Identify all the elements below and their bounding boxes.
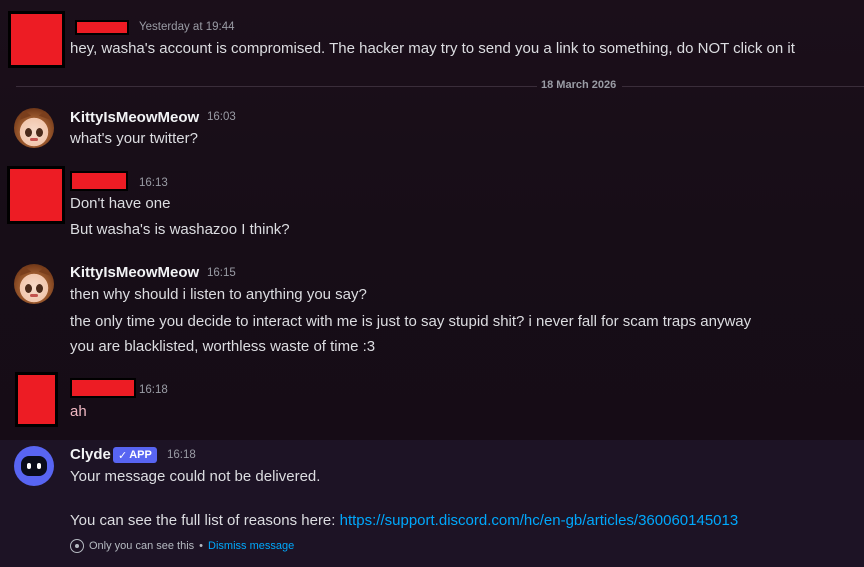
message-text: you are blacklisted, worthless waste of … (70, 338, 376, 355)
message-text: Don't have one (70, 195, 171, 212)
message-text: But washa's is washazoo I think? (70, 221, 290, 238)
user-avatar[interactable] (14, 108, 54, 148)
divider-label: 18 March 2026 (541, 79, 617, 91)
message-text: then why should i listen to anything you… (70, 286, 367, 303)
timestamp: 16:13 (139, 177, 168, 189)
redacted-avatar[interactable] (15, 372, 58, 427)
clyde-text-prefix: You can see the full list of reasons her… (70, 512, 340, 529)
user-avatar[interactable] (14, 264, 54, 304)
clyde-text-line-1: Your message could not be delivered. (70, 468, 321, 485)
timestamp: 16:18 (139, 384, 168, 396)
username[interactable]: KittyIsMeowMeow (70, 109, 199, 126)
ephemeral-separator: • (199, 540, 204, 552)
ephemeral-text: Only you can see this (89, 540, 195, 552)
divider-line-left (16, 86, 537, 87)
username[interactable]: KittyIsMeowMeow (70, 264, 199, 281)
timestamp: 16:18 (167, 449, 196, 461)
ephemeral-notice: Only you can see this • Dismiss message (70, 539, 294, 553)
redacted-avatar[interactable] (7, 166, 65, 224)
dismiss-message-link[interactable]: Dismiss message (208, 540, 294, 552)
checkmark-icon: ✓ (118, 449, 128, 462)
robot-face-icon (21, 456, 47, 476)
timestamp: 16:15 (207, 267, 236, 279)
timestamp: 16:03 (207, 111, 236, 123)
redacted-username[interactable] (75, 20, 129, 35)
clyde-username[interactable]: Clyde (70, 446, 111, 463)
app-badge: ✓ APP (113, 447, 157, 463)
redacted-username[interactable] (70, 378, 136, 398)
message-text: the only time you decide to interact wit… (70, 313, 752, 330)
message-text: what's your twitter? (70, 130, 198, 147)
support-link[interactable]: https://support.discord.com/hc/en-gb/art… (340, 512, 739, 529)
clyde-text-line-2: You can see the full list of reasons her… (70, 512, 738, 529)
message-text: hey, washa's account is compromised. The… (70, 40, 795, 57)
eye-icon (70, 539, 84, 553)
redacted-avatar[interactable] (8, 11, 65, 68)
clyde-avatar[interactable] (14, 446, 54, 486)
message-text: ah (70, 403, 87, 420)
redacted-username[interactable] (70, 171, 128, 191)
timestamp: Yesterday at 19:44 (139, 21, 235, 33)
divider-line-right (622, 86, 864, 87)
app-badge-label: APP (129, 449, 152, 461)
